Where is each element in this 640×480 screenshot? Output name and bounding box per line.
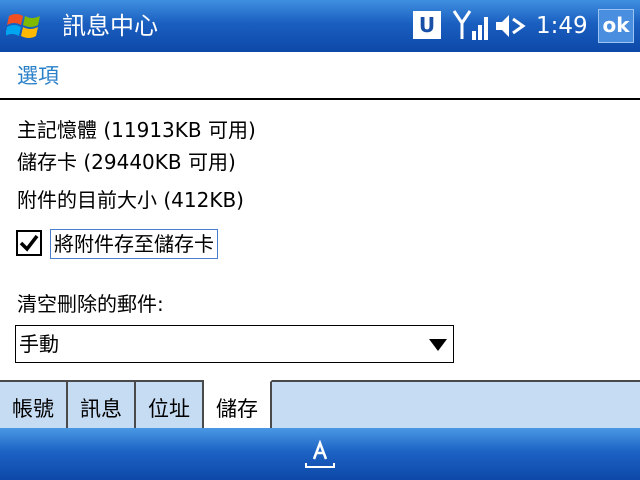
empty-deleted-label: 清空刪除的郵件: <box>17 292 164 316</box>
empty-deleted-value: 手動 <box>19 332 59 356</box>
speaker-muted-icon[interactable] <box>494 11 526 41</box>
windows-start-icon[interactable] <box>6 10 44 42</box>
tab-accounts[interactable]: 帳號 <box>0 380 68 428</box>
ok-button[interactable]: ok <box>598 9 634 43</box>
input-panel-icon[interactable] <box>302 437 338 471</box>
tab-bar: 帳號 訊息 位址 儲存 <box>0 380 640 428</box>
tab-address[interactable]: 位址 <box>136 380 204 428</box>
checkmark-icon <box>19 234 39 252</box>
storage-card-text: 儲存卡 (29440KB 可用) <box>17 150 236 174</box>
title-bar: 訊息中心 U 1:49 ok <box>0 0 640 52</box>
tab-storage[interactable]: 儲存 <box>204 380 272 428</box>
save-attachments-label[interactable]: 將附件存至儲存卡 <box>50 229 218 259</box>
signal-strength-icon[interactable] <box>452 9 490 43</box>
empty-deleted-dropdown[interactable]: 手動 <box>15 325 454 363</box>
main-memory-text: 主記憶體 (11913KB 可用) <box>17 118 256 142</box>
app-title: 訊息中心 <box>62 12 158 40</box>
tab-messages[interactable]: 訊息 <box>68 380 136 428</box>
bottom-menu-bar <box>0 428 640 480</box>
section-header: 選項 <box>0 52 640 100</box>
clock[interactable]: 1:49 <box>536 11 588 41</box>
attachment-size-text: 附件的目前大小 (412KB) <box>17 188 244 212</box>
section-title: 選項 <box>17 64 59 88</box>
chevron-down-icon[interactable] <box>429 339 447 351</box>
notification-u-icon[interactable]: U <box>413 11 441 39</box>
save-attachments-checkbox[interactable] <box>16 230 42 256</box>
